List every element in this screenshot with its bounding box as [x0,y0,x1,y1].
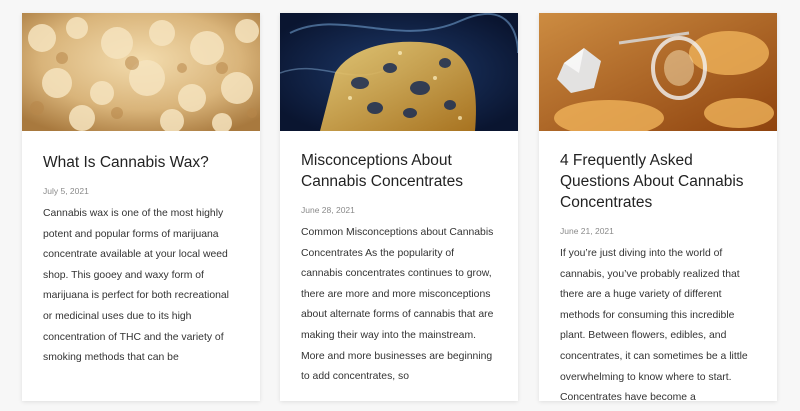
post-excerpt: Common Misconceptions about Cannabis Con… [301,227,494,383]
post-thumbnail[interactable] [539,13,777,131]
post-date: June 21, 2021 [560,226,614,236]
post-card[interactable]: What Is Cannabis Wax? July 5, 2021 Canna… [22,13,260,401]
post-date: June 28, 2021 [301,205,355,215]
post-excerpt: If you’re just diving into the world of … [560,248,748,401]
post-date: July 5, 2021 [43,186,89,196]
post-title[interactable]: 4 Frequently Asked Questions About Canna… [560,150,757,213]
shatter-image [280,13,518,131]
post-thumbnail[interactable] [280,13,518,131]
post-body: 4 Frequently Asked Questions About Canna… [539,150,777,401]
post-excerpt: Cannabis wax is one of the most highly p… [43,208,229,364]
post-card[interactable]: Misconceptions About Cannabis Concentrat… [280,13,518,401]
post-card[interactable]: 4 Frequently Asked Questions About Canna… [539,13,777,401]
post-body: What Is Cannabis Wax? July 5, 2021 Canna… [22,152,260,369]
post-title[interactable]: Misconceptions About Cannabis Concentrat… [301,150,498,192]
post-thumbnail[interactable] [22,13,260,131]
post-title[interactable]: What Is Cannabis Wax? [43,152,240,173]
post-body: Misconceptions About Cannabis Concentrat… [280,150,518,388]
wax-image [22,13,260,131]
blog-post-grid: What Is Cannabis Wax? July 5, 2021 Canna… [0,0,800,411]
concentrate-image [539,13,777,131]
